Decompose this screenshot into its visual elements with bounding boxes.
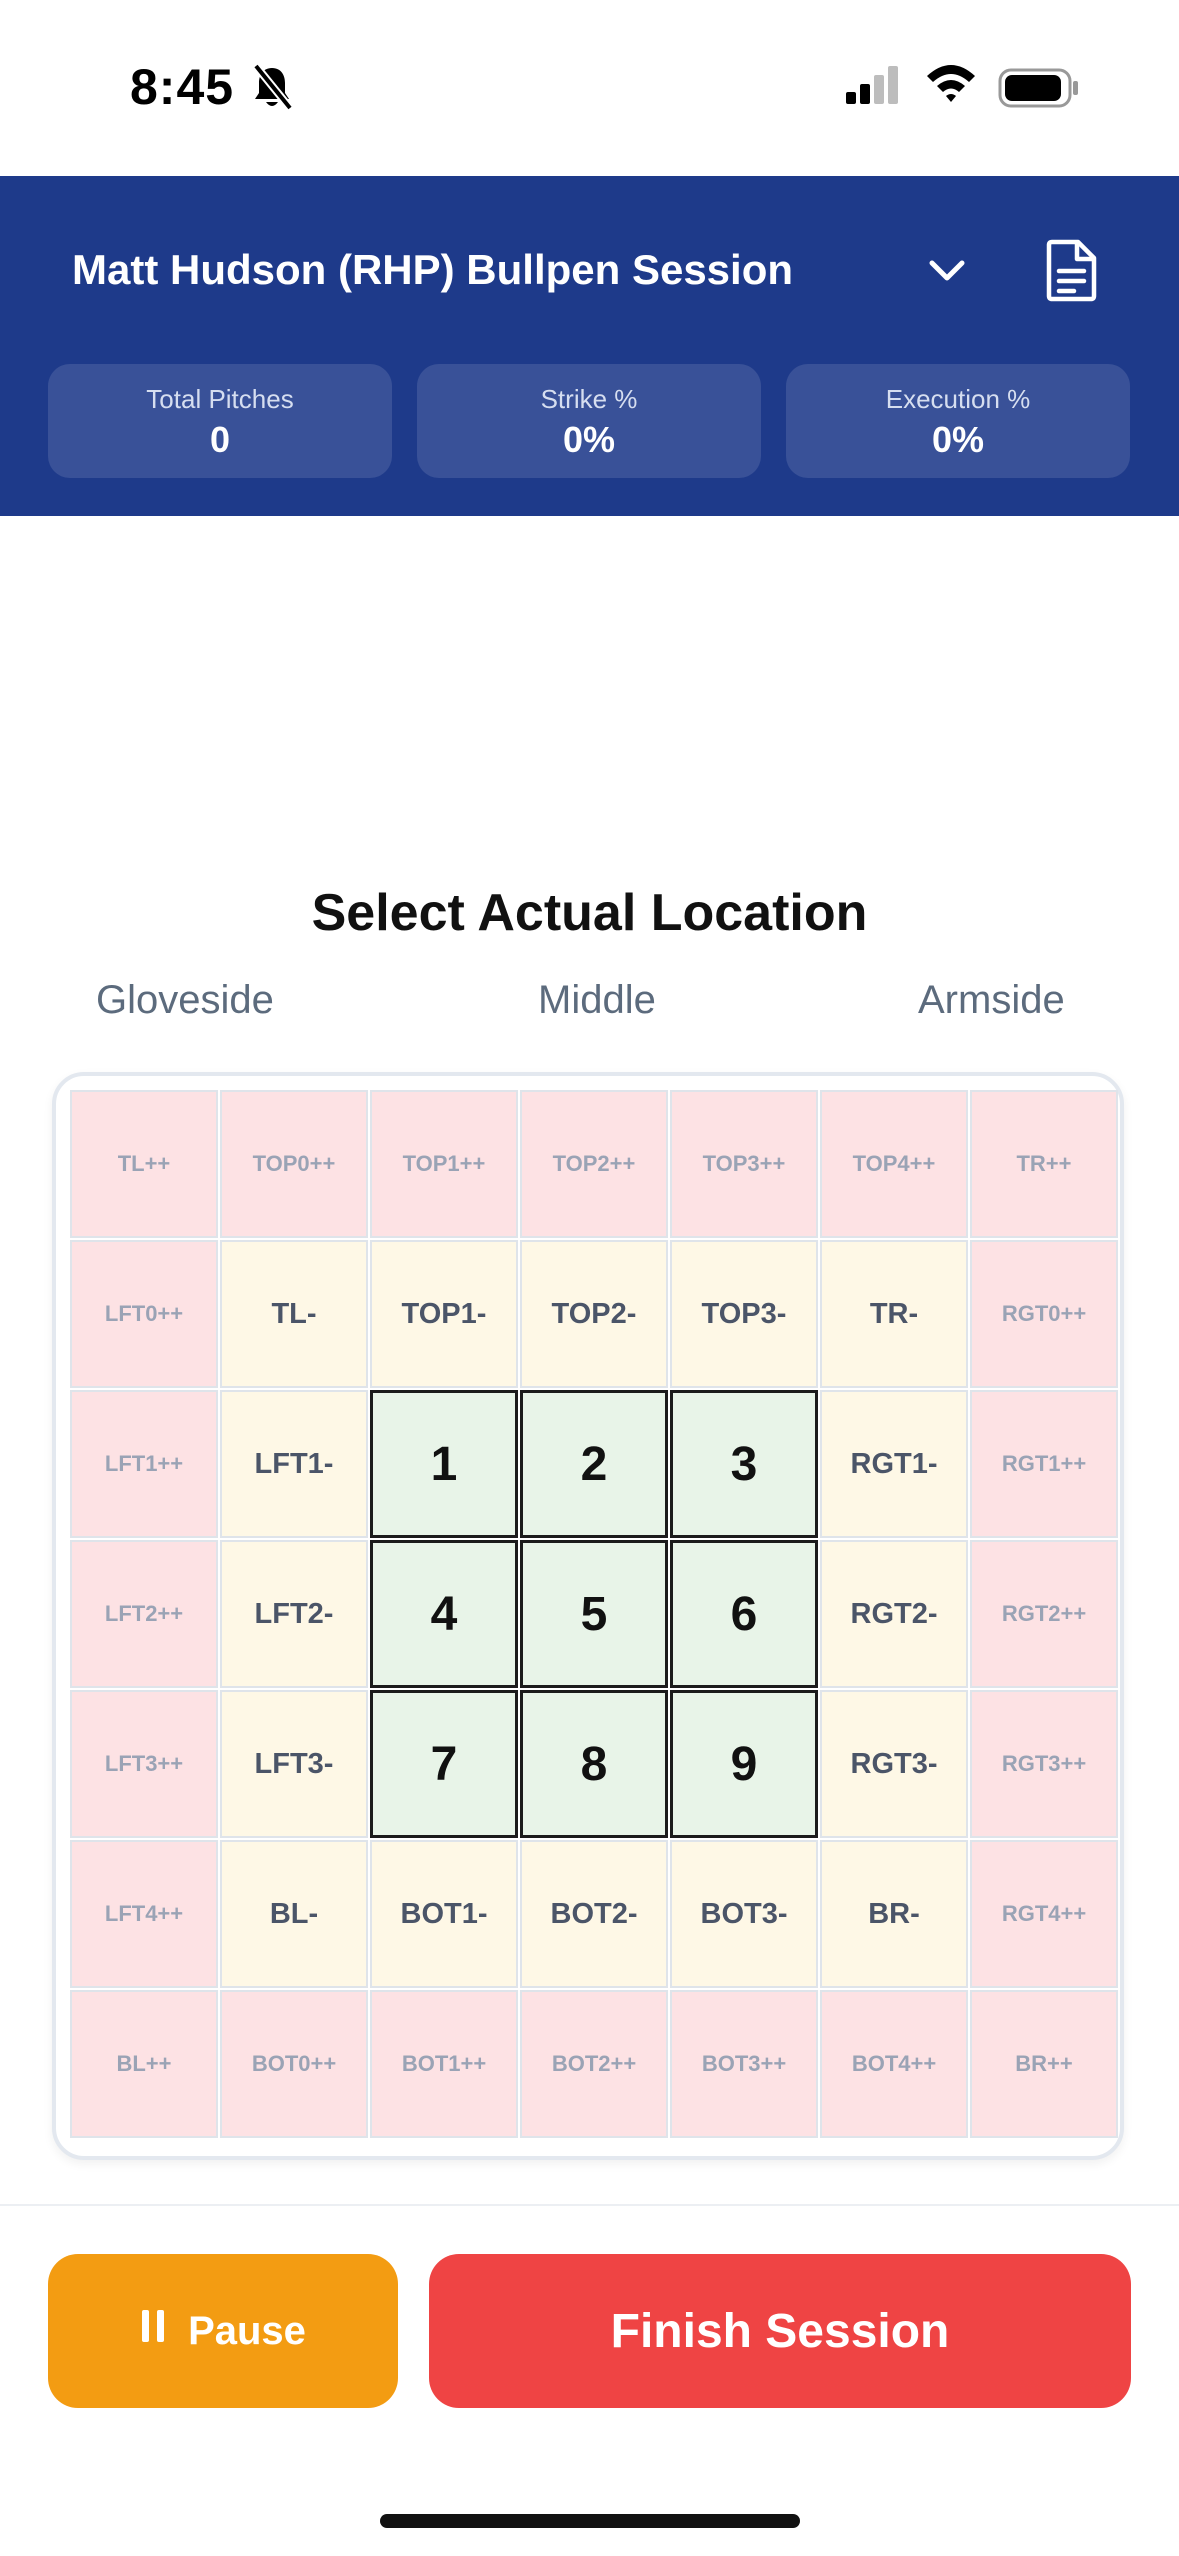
zone-cell[interactable]: BR++ <box>970 1990 1118 2138</box>
zone-cell[interactable]: BL++ <box>70 1990 218 2138</box>
stat-value: 0 <box>209 419 231 460</box>
stat-total-pitches: Total Pitches 0 <box>48 364 392 478</box>
zone-cell[interactable]: BOT0++ <box>220 1990 368 2138</box>
zone-cell[interactable]: 2 <box>520 1390 668 1538</box>
zone-cell[interactable]: 1 <box>370 1390 518 1538</box>
action-footer: Pause Finish Session <box>0 2204 1179 2456</box>
zone-cell[interactable]: RGT3++ <box>970 1690 1118 1838</box>
zone-cell[interactable]: BOT2++ <box>520 1990 668 2138</box>
actual-zone-card: TL++ TOP0++ TOP1++ TOP2++ TOP3++ TOP4++ TR++ LF… <box>52 1072 1124 2160</box>
stat-label: Strike % <box>540 384 638 414</box>
finish-session-button[interactable]: Finish Session <box>429 2254 1131 2408</box>
zone-cell[interactable]: TOP1- <box>370 1240 518 1388</box>
zone-cell[interactable]: BOT3- <box>670 1840 818 1988</box>
session-header: Matt Hudson (RHP) Bullpen Session Total … <box>0 176 1179 516</box>
zone-cell[interactable]: BR- <box>820 1840 968 1988</box>
armside-label: Armside <box>918 978 1065 1022</box>
pause-icon <box>140 2308 166 2354</box>
zone-cell[interactable]: LFT1- <box>220 1390 368 1538</box>
zone-cell[interactable]: BOT3++ <box>670 1990 818 2138</box>
stat-label: Execution % <box>885 384 1031 414</box>
actual-zone-grid: TL++ TOP0++ TOP1++ TOP2++ TOP3++ TOP4++ TR++ LF… <box>70 1090 1118 2138</box>
zone-cell[interactable]: TOP3- <box>670 1240 818 1388</box>
gloveside-label: Gloveside <box>96 978 274 1022</box>
stat-value: 0% <box>562 419 616 460</box>
zone-cell[interactable]: TOP0++ <box>220 1090 368 1238</box>
zone-cell[interactable]: 6 <box>670 1540 818 1688</box>
chevron-down-icon[interactable] <box>924 248 970 299</box>
pause-button[interactable]: Pause <box>48 2254 398 2408</box>
zone-cell[interactable]: LFT0++ <box>70 1240 218 1388</box>
home-indicator <box>380 2514 800 2528</box>
zone-cell[interactable]: BOT1- <box>370 1840 518 1988</box>
zone-cell[interactable]: RGT1- <box>820 1390 968 1538</box>
zone-cell[interactable]: TR++ <box>970 1090 1118 1238</box>
zone-cell[interactable]: BL- <box>220 1840 368 1988</box>
zone-cell[interactable]: RGT0++ <box>970 1240 1118 1388</box>
zone-cell[interactable]: TOP1++ <box>370 1090 518 1238</box>
zone-cell[interactable]: TOP4++ <box>820 1090 968 1238</box>
zone-cell[interactable]: LFT1++ <box>70 1390 218 1538</box>
zone-cell[interactable]: 3 <box>670 1390 818 1538</box>
zone-cell[interactable]: TL- <box>220 1240 368 1388</box>
zone-cell[interactable]: 5 <box>520 1540 668 1688</box>
stat-label: Total Pitches <box>146 384 294 414</box>
cellular-signal-icon <box>846 66 900 111</box>
status-time: 8:45 <box>130 59 235 115</box>
zone-cell[interactable]: 4 <box>370 1540 518 1688</box>
zone-cell[interactable]: LFT3- <box>220 1690 368 1838</box>
status-bar: 8:45 <box>0 0 1179 176</box>
stat-strike-percent: Strike % 0% <box>417 364 761 478</box>
stat-execution-percent: Execution % 0% <box>786 364 1130 478</box>
zone-cell[interactable]: TR- <box>820 1240 968 1388</box>
battery-icon <box>998 68 1080 113</box>
zone-cell[interactable]: TOP2- <box>520 1240 668 1388</box>
zone-cell[interactable]: RGT2- <box>820 1540 968 1688</box>
pause-label: Pause <box>188 2308 306 2353</box>
zone-cell[interactable]: RGT1++ <box>970 1390 1118 1538</box>
section-title: Select Actual Location <box>311 884 868 942</box>
document-icon[interactable] <box>1044 238 1100 307</box>
middle-label: Middle <box>538 978 656 1022</box>
zone-cell[interactable]: TOP2++ <box>520 1090 668 1238</box>
silent-bell-icon <box>252 63 294 115</box>
zone-cell[interactable]: 9 <box>670 1690 818 1838</box>
zone-cell[interactable]: BOT1++ <box>370 1990 518 2138</box>
zone-cell[interactable]: LFT2- <box>220 1540 368 1688</box>
zone-cell[interactable]: RGT3- <box>820 1690 968 1838</box>
zone-cell[interactable]: LFT2++ <box>70 1540 218 1688</box>
stat-value: 0% <box>931 419 985 460</box>
zone-cell[interactable]: BOT4++ <box>820 1990 968 2138</box>
wifi-icon <box>924 62 978 109</box>
zone-cell[interactable]: RGT2++ <box>970 1540 1118 1688</box>
zone-cell[interactable]: LFT4++ <box>70 1840 218 1988</box>
zone-cell[interactable]: 7 <box>370 1690 518 1838</box>
zone-cell[interactable]: BOT2- <box>520 1840 668 1988</box>
session-title: Matt Hudson (RHP) Bullpen Session <box>72 246 794 293</box>
zone-cell[interactable]: RGT4++ <box>970 1840 1118 1988</box>
zone-cell[interactable]: TL++ <box>70 1090 218 1238</box>
zone-cell[interactable]: LFT3++ <box>70 1690 218 1838</box>
zone-cell[interactable]: TOP3++ <box>670 1090 818 1238</box>
zone-cell[interactable]: 8 <box>520 1690 668 1838</box>
